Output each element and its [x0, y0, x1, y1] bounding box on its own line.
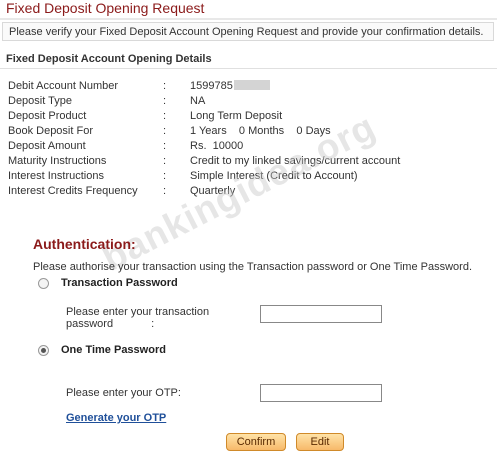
detail-value: Simple Interest (Credit to Account): [190, 170, 358, 182]
detail-separator: :: [163, 140, 167, 152]
verification-notice: Please verify your Fixed Deposit Account…: [2, 22, 494, 41]
authentication-heading: Authentication:: [33, 236, 136, 252]
detail-label: Interest Credits Frequency: [8, 185, 138, 197]
detail-label: Deposit Amount: [8, 140, 86, 152]
detail-label: Interest Instructions: [8, 170, 104, 182]
field-label-colon: :: [151, 318, 155, 330]
detail-separator: :: [163, 185, 167, 197]
detail-separator: :: [163, 80, 167, 92]
detail-value: Quarterly: [190, 185, 236, 197]
transaction-password-label: Transaction Password: [61, 277, 178, 289]
detail-label: Book Deposit For: [8, 125, 93, 137]
detail-label: Maturity Instructions: [8, 155, 107, 167]
detail-value: Credit to my linked savings/current acco…: [190, 155, 401, 167]
title-divider: [0, 18, 497, 20]
detail-value: Rs. 10000: [190, 140, 244, 152]
otp-label: One Time Password: [61, 344, 166, 356]
detail-separator: :: [163, 110, 167, 122]
field-label-word: password: [66, 318, 114, 330]
detail-label: Deposit Product: [8, 110, 87, 122]
transaction-password-field-label: Please enter your transaction password:: [66, 306, 209, 330]
otp-field-label: Please enter your OTP:: [66, 387, 181, 399]
detail-separator: :: [163, 95, 167, 107]
details-heading: Fixed Deposit Account Opening Details: [6, 53, 212, 65]
detail-separator: :: [163, 155, 167, 167]
detail-value: 1 Years 0 Months 0 Days: [190, 125, 331, 137]
generate-otp-link[interactable]: Generate your OTP: [66, 412, 166, 424]
page-title: Fixed Deposit Opening Request: [6, 0, 205, 16]
detail-separator: :: [163, 170, 167, 182]
edit-button[interactable]: Edit: [296, 433, 344, 451]
detail-label: Debit Account Number: [8, 80, 119, 92]
field-label-line: password:: [66, 318, 209, 330]
detail-value: 1599785: [190, 80, 270, 92]
otp-input[interactable]: [260, 384, 382, 402]
account-number: 1599785: [190, 80, 233, 92]
field-label-line: Please enter your transaction: [66, 306, 210, 318]
detail-value: Long Term Deposit: [190, 110, 283, 122]
detail-separator: :: [163, 125, 167, 137]
otp-radio[interactable]: [38, 345, 49, 356]
detail-label: Deposit Type: [8, 95, 73, 107]
transaction-password-radio[interactable]: [38, 278, 49, 289]
section-divider: [0, 68, 497, 69]
transaction-password-input[interactable]: [260, 305, 382, 323]
authentication-description: Please authorise your transaction using …: [33, 261, 473, 273]
detail-value: NA: [190, 95, 206, 107]
confirm-button[interactable]: Confirm: [226, 433, 286, 451]
masked-digits: [233, 80, 270, 90]
